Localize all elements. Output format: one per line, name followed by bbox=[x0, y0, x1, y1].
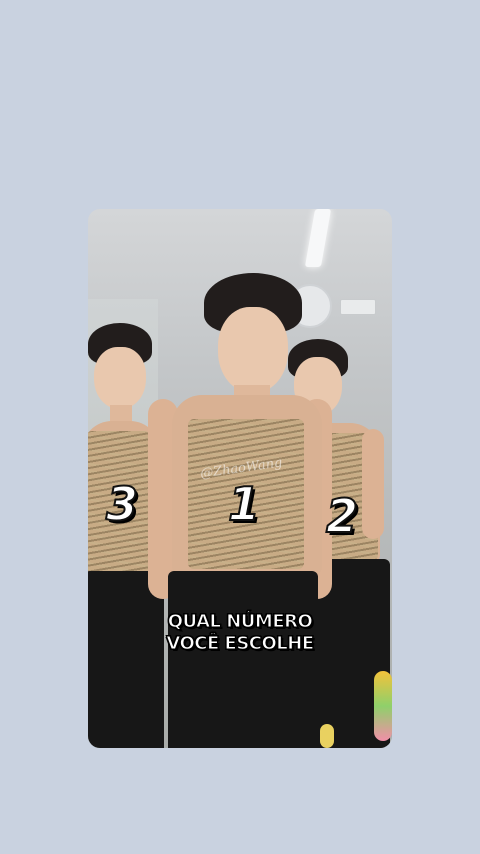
sticker-decoration-small bbox=[320, 724, 334, 748]
number-label-right: 2 bbox=[325, 488, 359, 544]
ceiling-vent bbox=[340, 299, 376, 315]
sticker-decoration bbox=[374, 671, 392, 741]
caption-line-1: QUAL NÚMERO bbox=[167, 611, 313, 633]
number-label-left: 3 bbox=[105, 476, 139, 532]
ceiling-light bbox=[304, 209, 332, 267]
video-frame[interactable]: @ZhaoWang 3 1 2 QUAL NÚMERO VOCÊ ESCOLHE bbox=[88, 209, 392, 748]
caption-line-2: VOCÊ ESCOLHE bbox=[166, 633, 315, 655]
number-label-center: 1 bbox=[227, 476, 261, 532]
